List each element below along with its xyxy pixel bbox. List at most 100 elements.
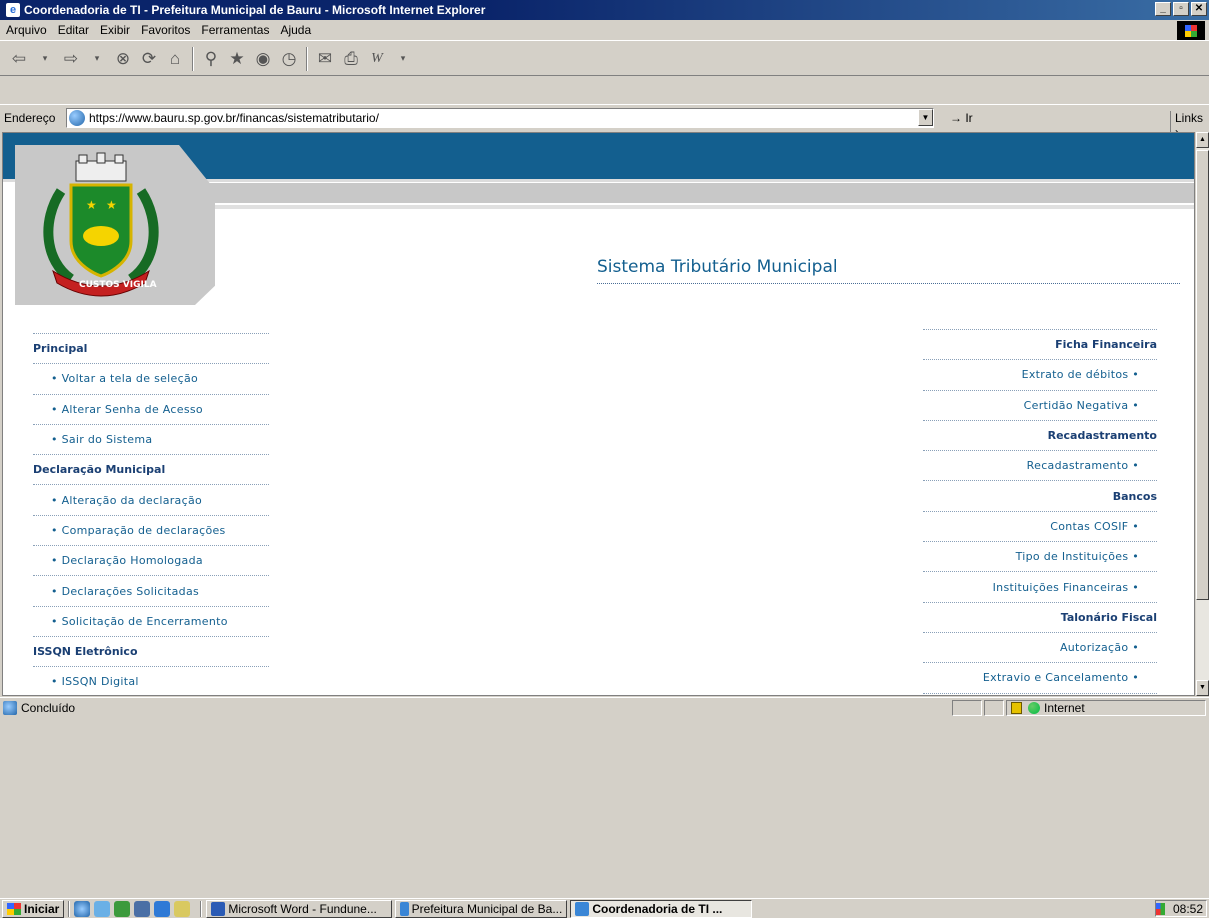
status-text: Concluído <box>21 700 76 715</box>
zone-label: Internet <box>1044 701 1085 715</box>
status-pane <box>984 700 1004 716</box>
ie-quicklaunch-icon[interactable] <box>74 900 91 917</box>
word-icon[interactable]: W <box>366 46 388 72</box>
menu-heading-bancos: Bancos <box>923 481 1157 512</box>
menu-link-recadastramento[interactable]: Recadastramento • <box>923 451 1157 482</box>
history-icon[interactable]: ◷ <box>278 46 300 72</box>
start-button[interactable]: Iniciar <box>2 899 65 918</box>
page-content: ★ ★ CUSTOS VIGILA Sistema Tributário Mun… <box>2 132 1195 696</box>
menu-heading-ficha-financeira: Ficha Financeira <box>923 330 1157 361</box>
address-bar: Endereço https://www.bauru.sp.gov.br/fin… <box>0 104 1209 139</box>
task-list: Microsoft Word - Fundune... Prefeitura Mu… <box>206 899 753 918</box>
app-quicklaunch-icon[interactable] <box>134 900 151 917</box>
menu-link-solicitacao-de-encerramento[interactable]: • Solicitação de Encerramento <box>33 607 269 637</box>
windows-logo-icon <box>7 902 21 915</box>
tray-icon <box>1156 902 1165 915</box>
task-app-icon <box>400 901 409 916</box>
refresh-icon[interactable]: ⟳ <box>138 46 160 72</box>
page-done-icon <box>3 700 17 715</box>
menu-ajuda[interactable]: Ajuda <box>280 23 311 37</box>
task-app-icon <box>575 901 590 916</box>
maximize-button[interactable]: ▫ <box>1173 2 1189 16</box>
system-tray: 08:52 <box>1155 900 1207 917</box>
minimize-button[interactable]: _ <box>1155 2 1171 16</box>
scroll-up-icon[interactable]: ▲ <box>1196 132 1209 148</box>
go-button[interactable]: → Ir <box>950 111 973 125</box>
menu-heading-declaracao-municipal: Declaração Municipal <box>33 455 269 486</box>
scroll-down-icon[interactable]: ▼ <box>1196 680 1209 696</box>
mail-icon[interactable]: ✉ <box>314 46 336 72</box>
menu-arquivo[interactable]: Arquivo <box>6 23 47 37</box>
address-input[interactable]: https://www.bauru.sp.gov.br/financas/sis… <box>66 108 934 128</box>
menu-heading-talonario-fiscal: Talonário Fiscal <box>923 603 1157 633</box>
menu-link-alteracao-da-declaracao[interactable]: • Alteração da declaração <box>33 485 269 516</box>
svg-text:★: ★ <box>86 198 97 212</box>
search-icon[interactable]: ⚲ <box>200 46 222 72</box>
chevron-down-icon[interactable]: ▾ <box>86 46 108 72</box>
home-icon[interactable]: ⌂ <box>164 46 186 72</box>
menu-exibir[interactable]: Exibir <box>100 23 130 37</box>
scroll-thumb[interactable] <box>1196 150 1209 600</box>
menu-link-extrato-de-debitos[interactable]: Extrato de débitos • <box>923 360 1157 391</box>
app-quicklaunch-icon[interactable] <box>154 900 171 917</box>
menu-link-instituicoes-financeiras[interactable]: Instituições Financeiras • <box>923 572 1157 603</box>
header-gray-bar <box>203 183 1194 203</box>
chevron-down-icon[interactable]: ▾ <box>34 46 56 72</box>
menu-link-tipo-de-instituicoes[interactable]: Tipo de Instituições • <box>923 542 1157 573</box>
vertical-scrollbar[interactable]: ▲ ▼ <box>1196 132 1209 696</box>
search-quicklaunch-icon[interactable] <box>174 900 191 917</box>
taskbar: Iniciar Microsoft Word - Fundune... Prefe… <box>0 898 1209 918</box>
lock-icon <box>1011 702 1022 714</box>
address-dropdown-icon[interactable]: ▼ <box>918 109 933 126</box>
address-url: https://www.bauru.sp.gov.br/financas/sis… <box>89 111 379 125</box>
links-label: Links <box>1175 111 1204 125</box>
menu-editar[interactable]: Editar <box>58 23 89 37</box>
chevron-down-icon[interactable]: ▾ <box>392 46 414 72</box>
taskbar-task[interactable]: Prefeitura Municipal de Ba... <box>395 899 568 918</box>
header-light-bar <box>193 205 1194 209</box>
title-bar: e Coordenadoria de TI - Prefeitura Munic… <box>0 0 1209 20</box>
menu-link-extravio-e-cancelamento[interactable]: Extravio e Cancelamento • <box>923 663 1157 694</box>
ie-window: e Coordenadoria de TI - Prefeitura Munic… <box>0 0 1209 918</box>
taskbar-task[interactable]: Microsoft Word - Fundune... <box>206 899 393 918</box>
menu-heading-principal: Principal <box>33 334 269 365</box>
taskbar-task[interactable]: Coordenadoria de TI ... <box>570 899 753 918</box>
page-icon <box>69 110 85 126</box>
back-icon[interactable]: ⇦ <box>8 46 30 72</box>
stop-icon[interactable]: ⊗ <box>112 46 134 72</box>
menu-heading-issqn-eletronico: ISSQN Eletrônico <box>33 637 269 668</box>
menu-link-issqn-digital[interactable]: • ISSQN Digital <box>33 667 269 695</box>
title-underline <box>597 283 1180 284</box>
favorites-icon[interactable]: ★ <box>226 46 248 72</box>
menu-link-autorizacao[interactable]: Autorização • <box>923 633 1157 664</box>
bauru-crest-logo: ★ ★ CUSTOS VIGILA <box>43 152 159 297</box>
crest-motto: CUSTOS VIGILA <box>79 280 157 290</box>
menu-link-sair-do-sistema[interactable]: • Sair do Sistema <box>33 425 269 456</box>
start-label: Iniciar <box>24 901 60 916</box>
ie-icon: e <box>6 3 20 17</box>
menu-link-alterar-senha-de-acesso[interactable]: • Alterar Senha de Acesso <box>33 395 269 425</box>
menu-link-graficas[interactable]: Gráficas • <box>923 694 1157 695</box>
menu-link-contas-cosif[interactable]: Contas COSIF • <box>923 512 1157 543</box>
menu-link-comparacao-de-declaracoes[interactable]: • Comparação de declarações <box>33 516 269 547</box>
internet-globe-icon <box>1028 702 1040 714</box>
menu-link-declaracoes-solicitadas[interactable]: • Declarações Solicitadas <box>33 576 269 607</box>
window-title: Coordenadoria de TI - Prefeitura Municip… <box>24 3 486 17</box>
desktop-quicklaunch-icon[interactable] <box>114 900 131 917</box>
menu-link-voltar-a-tela-de-selecao[interactable]: • Voltar a tela de seleção <box>33 364 269 395</box>
menu-favoritos[interactable]: Favoritos <box>141 23 190 37</box>
outlook-quicklaunch-icon[interactable] <box>94 900 111 917</box>
toolbar: ⇦ ▾ ⇨ ▾ ⊗ ⟳ ⌂ ⚲ ★ ◉ ◷ ✉ ⎙ W ▾ <box>0 42 1209 76</box>
menu-bar: Arquivo Editar Exibir Favoritos Ferramen… <box>0 20 1209 41</box>
menu-link-declaracao-homologada[interactable]: • Declaração Homologada <box>33 546 269 577</box>
task-app-icon <box>211 901 226 916</box>
menu-link-certidao-negativa[interactable]: Certidão Negativa • <box>923 391 1157 421</box>
task-label: Prefeitura Municipal de Ba... <box>411 901 563 916</box>
go-label: Ir <box>965 111 973 125</box>
print-icon[interactable]: ⎙ <box>340 46 362 72</box>
media-icon[interactable]: ◉ <box>252 46 274 72</box>
close-button[interactable]: ✕ <box>1191 2 1207 16</box>
menu-ferramentas[interactable]: Ferramentas <box>201 23 269 37</box>
right-menu: Ficha Financeira Extrato de débitos • Cert… <box>923 329 1157 695</box>
forward-icon[interactable]: ⇨ <box>60 46 82 72</box>
